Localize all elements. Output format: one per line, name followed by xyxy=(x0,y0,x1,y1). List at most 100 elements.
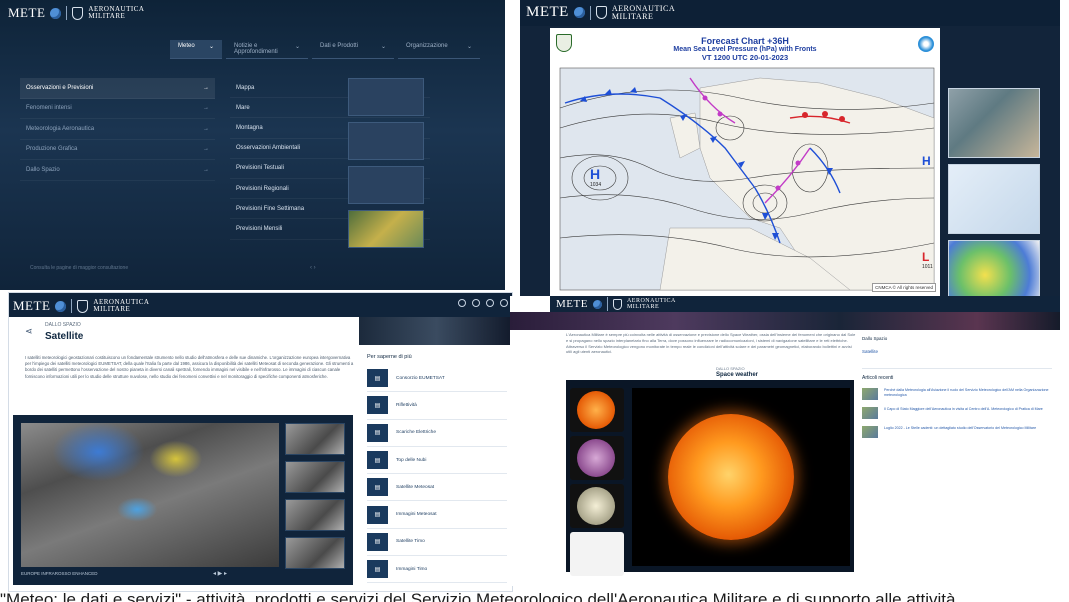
document-icon: ▤ xyxy=(367,478,388,497)
brand-org: AERONAUTICA MILITARE xyxy=(627,298,676,310)
more-link[interactable]: ▤ Satellite Meteosat xyxy=(367,474,507,502)
brand-logo[interactable]: METE AERONAUTICA MILITARE xyxy=(13,298,149,314)
more-link[interactable]: ▤ Immagini Meteosat xyxy=(367,501,507,529)
submenu-item-label: Osservazioni Ambientali xyxy=(236,145,301,152)
sun-thumbnail-plot[interactable] xyxy=(570,532,624,576)
preview-thumbnail-map[interactable] xyxy=(348,210,424,248)
more-link-label: Consorzio EUMETSAT xyxy=(396,375,445,381)
share-icon[interactable]: ⋖ xyxy=(25,326,35,336)
brand-org: AERONAUTICA MILITARE xyxy=(88,6,144,20)
sun-thumbnails xyxy=(570,388,624,580)
high-pressure-letter: H xyxy=(590,166,601,182)
header-icons xyxy=(458,299,508,307)
more-link[interactable]: ▤ Consorzio EUMETSAT xyxy=(367,365,507,393)
nav-notizie[interactable]: Notizie e Approfondimenti ⌄ xyxy=(226,40,308,59)
satellite-thumbnail[interactable] xyxy=(285,537,345,569)
globe-icon xyxy=(50,7,62,19)
satellite-image[interactable] xyxy=(21,423,279,567)
submenu-item-label: Mare xyxy=(236,104,250,111)
document-icon: ▤ xyxy=(367,532,388,551)
submenu-item-label: Previsioni Regionali xyxy=(236,185,289,192)
brand-divider xyxy=(606,297,608,311)
brand-org-line2: MILITARE xyxy=(626,304,660,310)
sun-thumbnail[interactable] xyxy=(570,436,624,480)
sun-viewer: DALLO SPAZIO Space weather xyxy=(566,366,854,576)
news-item[interactable]: Luglio 2022 - Le Stelle cadenti: un dett… xyxy=(862,426,1052,438)
forecast-chart[interactable]: Forecast Chart +36H Mean Sea Level Press… xyxy=(550,28,940,298)
nav-organizzazione[interactable]: Organizzazione ⌄ xyxy=(398,40,480,59)
more-link[interactable]: ▤ Immagini Timo xyxy=(367,556,507,584)
breadcrumb[interactable]: DALLO SPAZIO xyxy=(716,366,745,371)
chart-copyright: CNMCA © All rights reserved xyxy=(872,283,936,292)
chart-valid-time: VT 1200 UTC 20-01-2023 xyxy=(701,53,789,62)
submenu-item-label: Mappa xyxy=(236,84,255,91)
preview-thumbnail[interactable] xyxy=(348,122,424,160)
sun-thumbnail[interactable] xyxy=(570,388,624,432)
satellite-thumbnail[interactable] xyxy=(285,461,345,493)
satellite-thumbnail[interactable] xyxy=(285,423,345,455)
more-link[interactable]: ▤ Top delle Nubi xyxy=(367,447,507,475)
document-icon: ▤ xyxy=(367,396,388,415)
am-crest-icon xyxy=(556,34,572,52)
more-link-label: Immagini Timo xyxy=(396,566,428,572)
high-pressure-label: H 1034 xyxy=(590,166,601,188)
brand-logo[interactable]: METE AERONAUTICA MILITARE xyxy=(8,5,144,21)
sun-thumbnail[interactable] xyxy=(570,484,624,528)
hero-image xyxy=(510,312,1060,330)
document-icon: ▤ xyxy=(367,505,388,524)
globe-icon xyxy=(592,299,602,309)
brand-divider xyxy=(66,6,68,20)
satellite-panel: METE AERONAUTICA MILITARE ⋖ DALLO SPAZIO… xyxy=(8,292,513,592)
more-link-label: Riflettività xyxy=(396,402,417,408)
brand-org-line2: MILITARE xyxy=(93,305,131,313)
high-pressure-label-right: H xyxy=(922,154,931,168)
brand-logo[interactable]: METE AERONAUTICA MILITARE xyxy=(556,297,676,311)
user-icon[interactable] xyxy=(458,299,466,307)
related-map-thumbnail[interactable] xyxy=(948,164,1040,234)
gear-icon[interactable] xyxy=(472,299,480,307)
high-pressure-value: 1034 xyxy=(590,182,602,188)
menu-item-label: Dallo Spazio xyxy=(26,166,60,173)
sun-image[interactable] xyxy=(632,388,850,566)
menu-item-osservazioni[interactable]: Osservazioni e Previsioni → xyxy=(20,78,215,99)
news-thumbnail xyxy=(862,407,878,419)
nav-meteo[interactable]: Meteo ⌄ xyxy=(170,40,222,59)
menu-footer-text: Consulta le pagine di maggior consultazi… xyxy=(30,265,129,271)
sun-disk xyxy=(668,414,794,540)
menu-item-spazio[interactable]: Dallo Spazio → xyxy=(20,160,215,181)
sidebar-link[interactable]: Satellite xyxy=(862,349,1052,354)
breadcrumb[interactable]: DALLO SPAZIO xyxy=(45,322,81,328)
player-controls[interactable]: ◂ ▶ ▸ xyxy=(213,570,227,577)
menu-categories: Osservazioni e Previsioni → Fenomeni inte… xyxy=(20,78,215,181)
nav-dati[interactable]: Dati e Prodotti ⌄ xyxy=(312,40,394,59)
menu-item-aeronautica[interactable]: Meteorologia Aeronautica → xyxy=(20,119,215,140)
menu-item-label: Osservazioni e Previsioni xyxy=(26,84,94,91)
nav-label: Notizie e Approfondimenti xyxy=(234,43,278,55)
more-link[interactable]: ▤ Riflettività xyxy=(367,392,507,420)
more-link[interactable]: ▤ Satellite Timo xyxy=(367,529,507,557)
more-link[interactable]: ▤ Scariche Elettriche xyxy=(367,420,507,447)
news-heading: Articoli recenti xyxy=(862,368,1052,381)
arrow-right-icon: → xyxy=(203,105,209,112)
menu-item-produzione[interactable]: Produzione Grafica → xyxy=(20,140,215,160)
related-map-thumbnail[interactable] xyxy=(948,240,1040,300)
preview-thumbnail[interactable] xyxy=(348,78,424,116)
slide-caption: "Meteo: le dati e servizi" - attività, p… xyxy=(0,590,956,602)
brand-meteo: METE xyxy=(526,4,569,20)
news-title: Il Capo di Stato Maggiore dell'Aeronauti… xyxy=(884,407,1043,411)
brand-logo[interactable]: METE AERONAUTICA MILITARE xyxy=(526,4,675,21)
menu-preview-thumbnails xyxy=(348,78,424,254)
crest-icon xyxy=(72,6,84,20)
preview-thumbnail[interactable] xyxy=(348,166,424,204)
satellite-viewer: EUROPE INFRAROSSO ENHANCED ◂ ▶ ▸ xyxy=(13,415,353,585)
related-maps-sidebar xyxy=(948,88,1040,300)
menu-pager[interactable]: ‹ › xyxy=(310,265,316,271)
news-item[interactable]: Il Capo di Stato Maggiore dell'Aeronauti… xyxy=(862,407,1052,419)
news-item[interactable]: Perché dalla Meteorologia all'Aviazione … xyxy=(862,388,1052,400)
menu-item-fenomeni[interactable]: Fenomeni intensi → xyxy=(20,99,215,119)
search-icon[interactable] xyxy=(500,299,508,307)
document-icon: ▤ xyxy=(367,423,388,442)
related-map-thumbnail[interactable] xyxy=(948,88,1040,158)
satellite-thumbnail[interactable] xyxy=(285,499,345,531)
alert-icon[interactable] xyxy=(486,299,494,307)
